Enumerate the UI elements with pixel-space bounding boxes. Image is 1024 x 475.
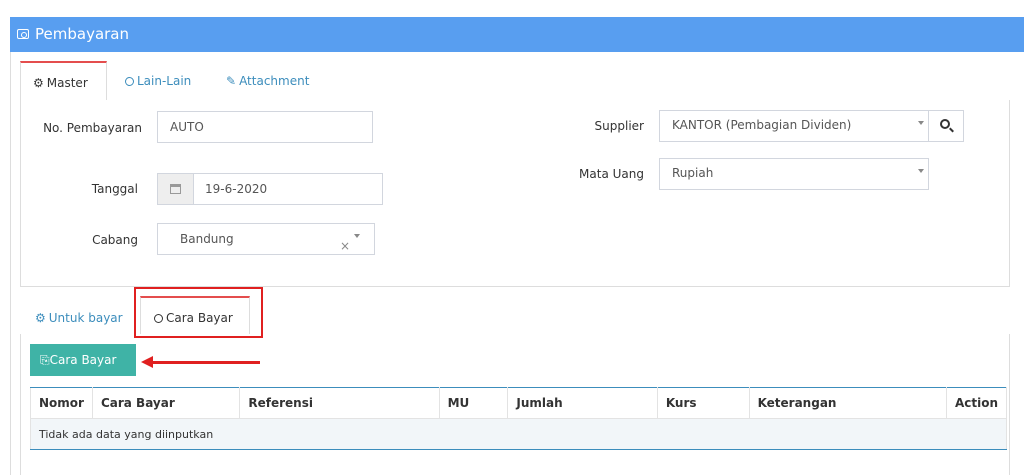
table-row: Tidak ada data yang diinputkan — [30, 418, 1007, 450]
tanggal-value: 19-6-2020 — [205, 182, 268, 196]
gears-icon: ⚙ — [33, 76, 44, 90]
tanggal-field[interactable]: 19-6-2020 — [157, 173, 383, 205]
no-pembayaran-value: AUTO — [170, 120, 204, 134]
panel-header: Pembayaran — [10, 17, 1024, 52]
gears-icon: ⚙ — [35, 311, 46, 325]
column-header: Cara Bayar — [91, 387, 241, 419]
tab-label: Master — [46, 76, 88, 90]
check-circle-icon — [125, 77, 134, 86]
chevron-down-icon — [354, 234, 360, 238]
mata-uang-select[interactable]: Rupiah — [659, 158, 929, 190]
label-mata-uang: Mata Uang — [579, 167, 644, 181]
page-title: Pembayaran — [35, 25, 129, 43]
column-header: Jumlah — [507, 387, 658, 419]
supplier-search-button[interactable] — [928, 110, 964, 142]
label-tanggal: Tanggal — [91, 182, 138, 196]
tab-untuk-bayar[interactable]: ⚙ Untuk bayar — [35, 311, 123, 325]
mata-uang-value: Rupiah — [672, 166, 714, 180]
add-cara-bayar-button[interactable]: ⎘Cara Bayar — [30, 344, 136, 376]
no-pembayaran-field[interactable]: AUTO — [157, 111, 373, 143]
empty-table-message: Tidak ada data yang diinputkan — [30, 418, 1007, 450]
annotation-highlight-box — [134, 287, 263, 338]
column-header: MU — [438, 387, 509, 419]
calendar-icon — [170, 184, 181, 194]
calendar-addon[interactable] — [158, 174, 194, 204]
column-header: Kurs — [656, 387, 750, 419]
tab-label: Attachment — [239, 74, 310, 88]
supplier-select[interactable]: KANTOR (Pembagian Dividen) — [659, 110, 929, 142]
tab-lain-lain[interactable]: Lain-Lain — [125, 74, 191, 88]
cara-bayar-table: Nomor Cara Bayar Referensi MU Jumlah Kur… — [30, 387, 1008, 450]
column-header: Action — [945, 387, 1008, 419]
supplier-value: KANTOR (Pembagian Dividen) — [672, 118, 852, 132]
tab-master[interactable]: ⚙ Master — [20, 61, 107, 101]
add-cara-bayar-label: Cara Bayar — [49, 353, 117, 367]
column-header: Keterangan — [748, 387, 947, 419]
copy-icon: ⎘ — [40, 353, 50, 367]
clear-icon[interactable]: × — [340, 231, 350, 261]
column-header: Nomor — [30, 387, 93, 419]
label-no-pembayaran: No. Pembayaran — [43, 121, 142, 135]
label-cabang: Cabang — [92, 233, 138, 247]
money-icon — [17, 29, 29, 39]
paperclip-icon: ✎ — [226, 74, 237, 88]
cabang-value: Bandung — [180, 232, 234, 246]
cabang-select[interactable]: Bandung × — [157, 223, 375, 255]
search-icon — [940, 119, 950, 129]
chevron-down-icon — [918, 169, 924, 173]
annotation-arrow-line — [150, 361, 260, 364]
tab-label: Untuk bayar — [48, 311, 123, 325]
label-supplier: Supplier — [594, 119, 644, 133]
column-header: Referensi — [239, 387, 440, 419]
chevron-down-icon — [918, 121, 924, 125]
table-header-row: Nomor Cara Bayar Referensi MU Jumlah Kur… — [30, 387, 1008, 419]
tab-attachment[interactable]: ✎ Attachment — [226, 74, 309, 88]
tab-label: Lain-Lain — [137, 74, 192, 88]
